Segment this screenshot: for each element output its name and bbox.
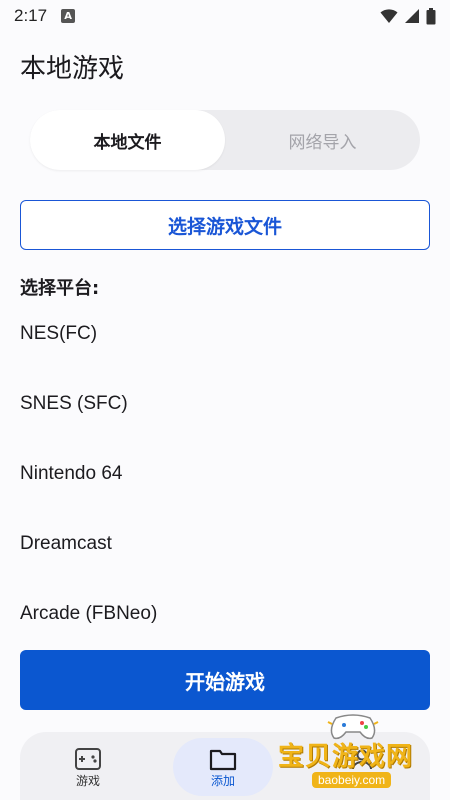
signal-icon [405,9,419,23]
platform-option-nes[interactable]: NES(FC) [20,299,430,369]
platform-option-n64[interactable]: Nintendo 64 [20,439,430,509]
select-game-file-button[interactable]: 选择游戏文件 [20,200,430,250]
battery-icon [426,7,436,24]
status-bar: 2:17 A [0,0,450,32]
wifi-icon [380,9,398,23]
nav-label-add: 添加 [210,773,235,788]
tab-network-import[interactable]: 网络导入 [225,110,420,170]
nav-item-add[interactable]: 添加 [173,738,273,796]
status-time: 2:17 [14,6,48,25]
platform-option-snes[interactable]: SNES (SFC) [20,369,430,439]
nav-item-games[interactable]: 游戏 [38,738,138,796]
nav-label-games: 游戏 [75,773,100,788]
start-game-button[interactable]: 开始游戏 [20,650,430,710]
watermark: 宝贝游戏网 baobeiy.com [278,712,428,800]
watermark-url: baobeiy.com [312,772,392,788]
status-icons [380,7,436,25]
platform-option-dreamcast[interactable]: Dreamcast [20,509,430,579]
source-tabs: 本地文件 网络导入 [30,110,420,170]
page-title: 本地游戏 [20,54,125,84]
tab-local-files[interactable]: 本地文件 [30,110,225,170]
notification-icon: A [61,9,76,23]
gamepad-icon [74,746,102,772]
folder-icon [209,746,237,772]
watermark-text: 宝贝游戏网 [278,742,414,772]
platform-option-arcade[interactable]: Arcade (FBNeo) [20,579,430,649]
platform-label: 选择平台: [20,278,100,299]
